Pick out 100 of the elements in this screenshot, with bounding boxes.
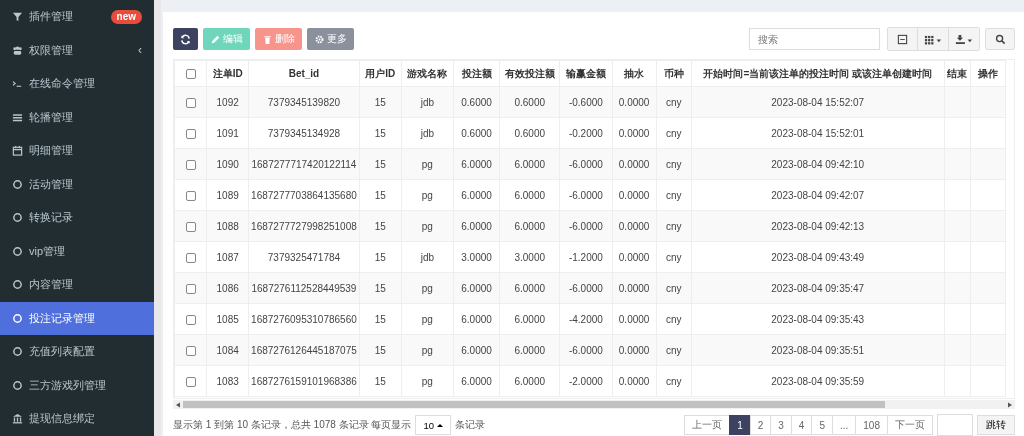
sidebar-item[interactable]: 活动管理: [0, 167, 154, 201]
table-cell: 15: [359, 303, 402, 335]
sidebar-item[interactable]: 投注记录管理: [0, 301, 154, 335]
table-cell: -1.2000: [559, 241, 612, 273]
row-checkbox[interactable]: [185, 283, 196, 294]
card-view-icon: [897, 33, 908, 45]
table-cell: 2023-08-04 09:42:07: [691, 179, 945, 211]
table-cell: 6.0000: [499, 179, 560, 211]
trash-icon: [262, 33, 273, 45]
row-checkbox[interactable]: [185, 252, 196, 263]
page-link[interactable]: 1: [729, 415, 751, 435]
table-cell: 1687277703864135680: [248, 179, 360, 211]
column-header: 输赢金额: [559, 60, 612, 87]
table-cell: 6.0000: [453, 179, 500, 211]
records-suffix: 条记录: [454, 418, 485, 432]
sidebar-item[interactable]: 明细管理: [0, 134, 154, 168]
circle-icon: [12, 178, 23, 190]
table-cell: 15: [359, 365, 402, 397]
page-jump-field[interactable]: [937, 414, 973, 436]
table-cell: 2023-08-04 15:52:07: [691, 86, 945, 118]
table-cell: 1687276159101968386: [248, 365, 360, 397]
table-cell: 1687276126445187075: [248, 334, 360, 366]
scroll-right-icon[interactable]: [1007, 401, 1013, 408]
table-cell: 6.0000: [499, 303, 560, 335]
sidebar-item[interactable]: vip管理: [0, 234, 154, 268]
table-cell: pg: [401, 272, 454, 304]
table-cell: cny: [656, 365, 692, 397]
table-cell: 1085: [206, 303, 249, 335]
sidebar-item[interactable]: 三方游戏列管理: [0, 368, 154, 402]
table-cell: 1687276095310786560: [248, 303, 360, 335]
sidebar-item[interactable]: 权限管理 ‹: [0, 33, 154, 67]
table-cell: 15: [359, 241, 402, 273]
table-cell: 6.0000: [453, 303, 500, 335]
sidebar-item[interactable]: 插件管理 new: [0, 0, 154, 34]
page-link[interactable]: 4: [790, 415, 813, 435]
table-cell: -4.2000: [559, 303, 612, 335]
table-cell: 1087: [206, 241, 249, 273]
sidebar-item[interactable]: 充值列表配置: [0, 335, 154, 369]
table-cell: 2023-08-04 09:35:51: [691, 334, 945, 366]
table-cell: -6.0000: [559, 210, 612, 242]
table-cell: jdb: [401, 241, 454, 273]
table-cell: 0.0000: [612, 303, 657, 335]
table-cell: 1687276112528449539: [248, 272, 360, 304]
table-cell: pg: [401, 210, 454, 242]
page-link[interactable]: 下一页: [887, 415, 933, 435]
row-checkbox[interactable]: [185, 345, 196, 356]
table-cell: 3.0000: [499, 241, 560, 273]
table-cell: -0.6000: [559, 86, 612, 118]
toggle-view-button[interactable]: [888, 28, 918, 50]
page-link[interactable]: 3: [770, 415, 792, 435]
refresh-button[interactable]: [173, 28, 198, 50]
table-cell: pg: [401, 303, 454, 335]
table-cell: 6.0000: [499, 365, 560, 397]
row-checkbox[interactable]: [185, 97, 196, 108]
scroll-left-icon[interactable]: [175, 401, 181, 408]
table-cell: 0.6000: [453, 117, 500, 149]
row-checkbox[interactable]: [185, 159, 196, 170]
table-cell: cny: [656, 303, 692, 335]
horizontal-scrollbar[interactable]: [173, 400, 1015, 409]
table-cell: 7379345134928: [248, 117, 360, 149]
table-cell: 15: [359, 117, 402, 149]
page-link[interactable]: 上一页: [684, 415, 731, 435]
row-checkbox[interactable]: [185, 190, 196, 201]
table-cell: pg: [401, 179, 454, 211]
page-link[interactable]: 5: [811, 415, 833, 435]
sidebar-item[interactable]: 轮播管理: [0, 100, 154, 134]
column-header: Bet_id: [248, 60, 360, 87]
new-badge: new: [110, 9, 142, 24]
search-button[interactable]: [985, 28, 1015, 50]
table-cell: -6.0000: [559, 148, 612, 180]
gear-icon: [314, 33, 325, 45]
page-size-dropdown[interactable]: 10: [415, 415, 451, 435]
column-header: 游戏名称: [401, 60, 454, 87]
page-link[interactable]: 2: [749, 415, 772, 435]
jump-button[interactable]: 跳转: [977, 415, 1015, 435]
row-checkbox[interactable]: [185, 128, 196, 139]
table-cell: 1089: [206, 179, 249, 211]
table-cell: 2023-08-04 09:43:49: [691, 241, 945, 273]
select-all-checkbox[interactable]: [185, 69, 196, 80]
circle-icon: [12, 212, 23, 224]
table-cell: 15: [359, 179, 402, 211]
table-cell: cny: [656, 117, 692, 149]
table-cell: 6.0000: [499, 334, 560, 366]
table-cell: 0.6000: [499, 117, 560, 149]
sidebar-item[interactable]: 提现信息绑定: [0, 402, 154, 436]
table-cell: 0.0000: [612, 117, 657, 149]
table-cell: 2023-08-04 09:42:13: [691, 210, 945, 242]
row-checkbox[interactable]: [185, 221, 196, 232]
table-cell: -6.0000: [559, 272, 612, 304]
caret-up-icon: [436, 422, 443, 428]
row-checkbox[interactable]: [185, 376, 196, 387]
page-link[interactable]: 108: [855, 415, 888, 435]
sidebar-item[interactable]: 转换记录: [0, 201, 154, 235]
circle-icon: [12, 312, 23, 324]
sidebar-item[interactable]: 在线命令管理: [0, 67, 154, 101]
search-field[interactable]: 搜索: [749, 28, 880, 50]
sidebar-item[interactable]: 内容管理: [0, 268, 154, 302]
row-checkbox[interactable]: [185, 314, 196, 325]
table-cell: pg: [401, 365, 454, 397]
column-header: 注单ID: [206, 60, 249, 87]
